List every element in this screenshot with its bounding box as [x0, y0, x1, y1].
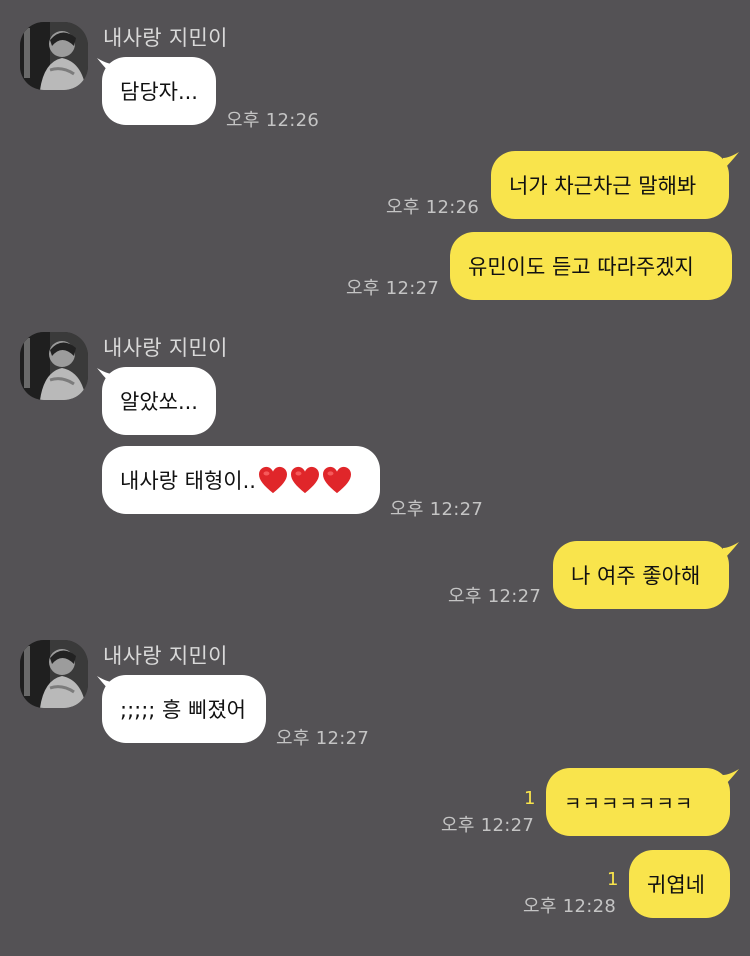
- message-bubble[interactable]: 유민이도 듣고 따라주겠지: [450, 232, 732, 300]
- message-time: 오후 12:27: [346, 278, 440, 299]
- message-bubble[interactable]: 알았쏘...: [102, 367, 216, 435]
- message-bubble[interactable]: ㅋㅋㅋㅋㅋㅋㅋ: [546, 768, 730, 836]
- message-text: 귀엽네: [647, 873, 705, 897]
- unread-count: 1: [607, 869, 619, 890]
- message-text: 나 여주 좋아해: [571, 564, 701, 588]
- chat-room[interactable]: 내사랑 지민이 담당자... 오후 12:26 오후 12:26 너가 차근차근…: [0, 0, 750, 956]
- message-time: 오후 12:26: [226, 110, 320, 131]
- heart-icon: [258, 466, 287, 494]
- message-bubble[interactable]: 담당자...: [102, 57, 216, 125]
- message-bubble[interactable]: 나 여주 좋아해: [553, 541, 729, 609]
- sender-name: 내사랑 지민이: [103, 336, 228, 360]
- message-time: 오후 12:27: [448, 586, 542, 607]
- message-bubble[interactable]: 내사랑 태형이..: [102, 446, 380, 514]
- bubble-tail: [723, 542, 739, 560]
- avatar[interactable]: [20, 22, 88, 90]
- message-time: 오후 12:27: [441, 815, 535, 836]
- message-bubble[interactable]: ;;;;; 흥 삐졌어: [102, 675, 266, 743]
- message-text: 너가 차근차근 말해봐: [509, 174, 697, 198]
- avatar[interactable]: [20, 640, 88, 708]
- heart-icon: [290, 466, 319, 494]
- message-time: 오후 12:28: [523, 896, 617, 917]
- heart-icon: [322, 466, 351, 494]
- bubble-tail: [723, 769, 739, 787]
- unread-count: 1: [524, 788, 536, 809]
- message-time: 오후 12:27: [276, 728, 370, 749]
- message-text: 알았쏘...: [120, 390, 198, 414]
- message-time: 오후 12:26: [386, 197, 480, 218]
- message-text: 유민이도 듣고 따라주겠지: [468, 255, 694, 279]
- bubble-tail: [723, 152, 739, 170]
- message-bubble[interactable]: 너가 차근차근 말해봐: [491, 151, 729, 219]
- sender-name: 내사랑 지민이: [103, 26, 228, 50]
- message-text: ;;;;; 흥 삐졌어: [120, 698, 247, 722]
- message-text: ㅋㅋㅋㅋㅋㅋㅋ: [564, 792, 694, 815]
- profile-photo: [20, 332, 88, 400]
- message-bubble[interactable]: 귀엽네: [629, 850, 730, 918]
- profile-photo: [20, 640, 88, 708]
- message-text: 담당자...: [120, 80, 198, 104]
- sender-name: 내사랑 지민이: [103, 644, 228, 668]
- message-text: 내사랑 태형이..: [120, 469, 256, 493]
- avatar[interactable]: [20, 332, 88, 400]
- message-time: 오후 12:27: [390, 499, 484, 520]
- profile-photo: [20, 22, 88, 90]
